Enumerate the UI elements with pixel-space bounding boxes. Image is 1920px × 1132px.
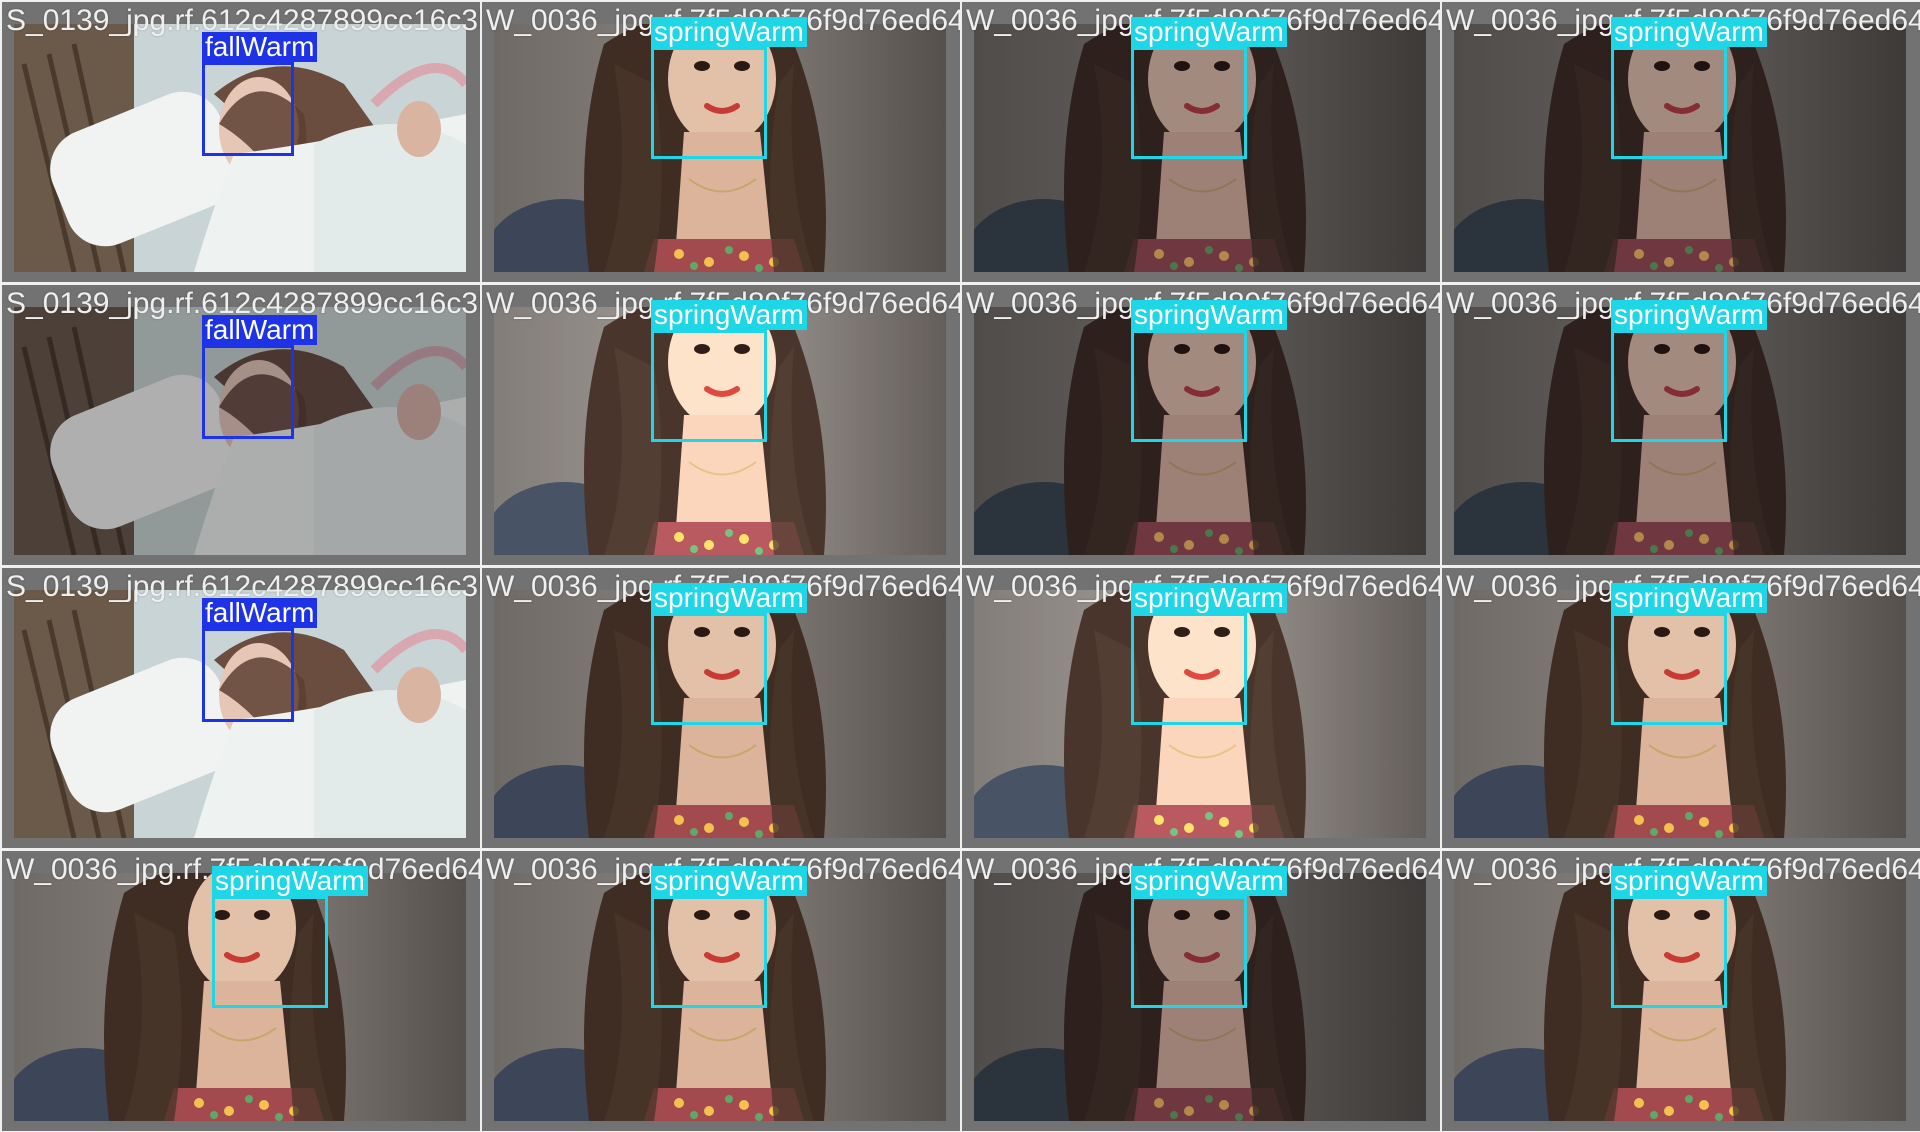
class-label: springWarm: [651, 300, 807, 330]
detection-box: [1611, 330, 1727, 442]
detection-box: [651, 613, 767, 725]
detection-tile: W_0036_jpg.rf.7f5d89f76f9d76ed64b809850s…: [482, 285, 960, 565]
detection-box: [212, 896, 328, 1008]
class-label: springWarm: [651, 866, 807, 896]
detection-tile: S_0139_jpg.rf.612c4287899cc16c3b8730250f…: [2, 568, 480, 848]
detection-tile: W_0036_jpg.rf.7f5d89f76f9d76ed64b809850s…: [962, 285, 1440, 565]
class-label: springWarm: [651, 17, 807, 47]
class-label: springWarm: [1611, 17, 1767, 47]
class-label: springWarm: [1611, 583, 1767, 613]
detection-box: [651, 896, 767, 1008]
class-label: springWarm: [1611, 300, 1767, 330]
detection-box: [202, 62, 294, 156]
detection-box: [1611, 613, 1727, 725]
class-label: springWarm: [212, 866, 368, 896]
class-label: springWarm: [1131, 583, 1287, 613]
class-label: springWarm: [1131, 866, 1287, 896]
detection-box: [651, 330, 767, 442]
detection-tile: W_0036_jpg.rf.7f5d89f76f9d76ed64b809850s…: [482, 851, 960, 1131]
detection-tile: S_0139_jpg.rf.612c4287899cc16c3b8730250f…: [2, 285, 480, 565]
detection-box: [1131, 896, 1247, 1008]
detection-tile: W_0036_jpg.rf.7f5d89f76f9d76ed64b809850s…: [1442, 285, 1920, 565]
class-label: fallWarm: [202, 315, 318, 345]
detection-box: [1611, 896, 1727, 1008]
class-label: springWarm: [1131, 300, 1287, 330]
detection-tile: W_0036_jpg.rf.7f5d89f76f9d76ed64b809850s…: [962, 2, 1440, 282]
class-label: springWarm: [651, 583, 807, 613]
detection-tile: W_0036_jpg.rf.7f5d89f76f9d76ed64b809850s…: [1442, 2, 1920, 282]
detection-tile: W_0036_jpg.rf.7f5d89f76f9d76ed64b809850s…: [482, 2, 960, 282]
detection-tile: W_0036_jpg.rf.7f5d89f76f9d76ed64b809850s…: [482, 568, 960, 848]
detection-tile: W_0036_jpg.rf.7f5d89f76f9d76ed64b809850s…: [2, 851, 480, 1131]
detection-mosaic: S_0139_jpg.rf.612c4287899cc16c3b8730250f…: [0, 0, 1920, 1132]
detection-box: [1131, 330, 1247, 442]
detection-tile: W_0036_jpg.rf.7f5d89f76f9d76ed64b809850s…: [1442, 851, 1920, 1131]
detection-tile: W_0036_jpg.rf.7f5d89f76f9d76ed64b809850s…: [962, 851, 1440, 1131]
detection-box: [651, 47, 767, 159]
detection-box: [1611, 47, 1727, 159]
class-label: fallWarm: [202, 32, 318, 62]
detection-box: [1131, 613, 1247, 725]
class-label: springWarm: [1611, 866, 1767, 896]
detection-box: [202, 345, 294, 439]
detection-tile: W_0036_jpg.rf.7f5d89f76f9d76ed64b809850s…: [1442, 568, 1920, 848]
detection-tile: S_0139_jpg.rf.612c4287899cc16c3b8730250f…: [2, 2, 480, 282]
detection-tile: W_0036_jpg.rf.7f5d89f76f9d76ed64b809850s…: [962, 568, 1440, 848]
class-label: springWarm: [1131, 17, 1287, 47]
detection-box: [1131, 47, 1247, 159]
class-label: fallWarm: [202, 598, 318, 628]
detection-box: [202, 628, 294, 722]
